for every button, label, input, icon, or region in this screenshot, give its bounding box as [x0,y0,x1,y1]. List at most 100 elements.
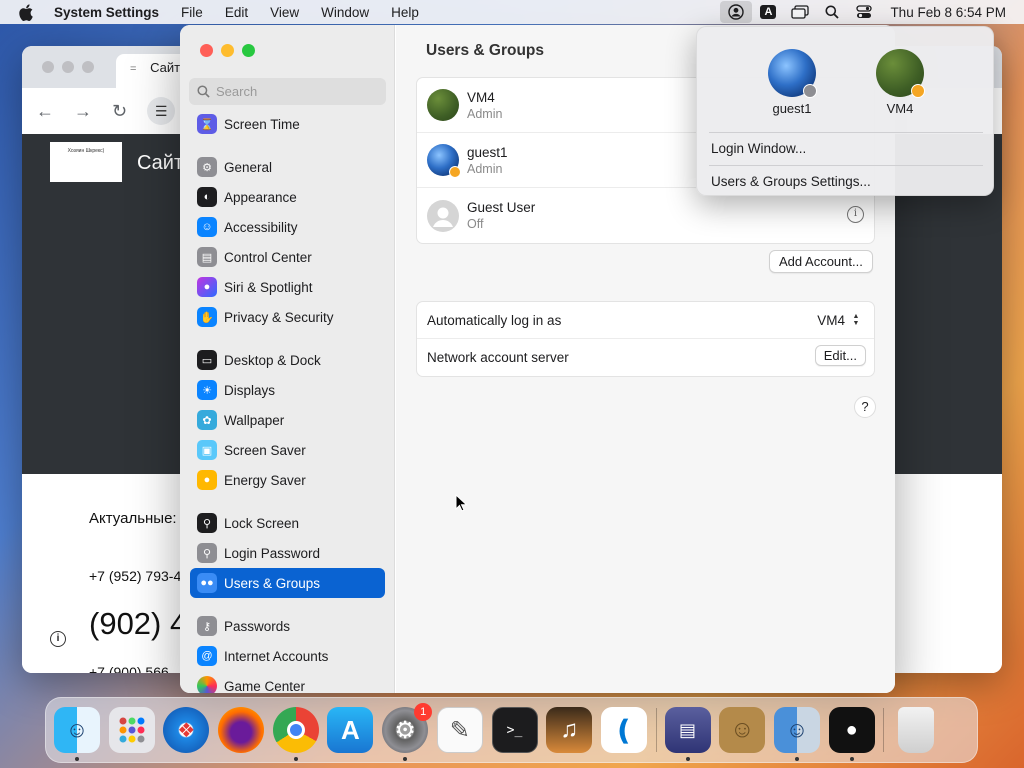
system-settings-icon[interactable]: ⚙ 1 [382,703,433,761]
login-options-card: Automatically log in as VM4 ▲ ▼ Network a… [416,301,875,377]
sidebar-list: ⌛ Screen Time ⚙ General ◐ Appearance ☺ Acces… [190,114,385,693]
contacts-icon[interactable]: ☺ [719,707,766,753]
forward-arrow-icon[interactable]: → [74,101,92,122]
trash-icon[interactable] [898,707,935,753]
app-store-icon[interactable]: A [327,707,374,753]
sidebar-item-passwords[interactable]: ⚷ Passwords [190,611,385,641]
info-icon[interactable]: i [50,631,66,647]
help-button[interactable]: ? [854,396,876,418]
menu-edit[interactable]: Edit [214,5,259,20]
safari-icon[interactable]: ❖ [163,707,210,753]
sidebar-item-users-groups[interactable]: ●● Users & Groups [190,568,385,598]
close-button[interactable] [200,44,213,57]
menu-app-name[interactable]: System Settings [50,5,170,20]
control-center-icon[interactable] [848,1,880,23]
garageband-icon[interactable]: ♫ [546,707,593,753]
game-center-icon [197,676,217,693]
auto-login-popup[interactable]: VM4 ▲ ▼ [817,312,862,328]
tab-favicon-icon: = [130,63,137,75]
dd-user-guest1[interactable]: guest1 [752,49,832,116]
sidebar-item-energy-saver[interactable]: ● Energy Saver [190,465,385,495]
menu-separator [709,132,983,133]
site-title: Сайт [137,152,184,174]
auto-login-label: Automatically log in as [427,312,562,328]
sidebar-item-game-center[interactable]: Game Center [190,671,385,693]
site-phone-1[interactable]: +7 (952) 793-4 [89,568,181,584]
auto-login-value: VM4 [817,312,845,328]
login-window-item[interactable]: Login Window... [711,141,806,156]
menu-file[interactable]: File [170,5,214,20]
edit-button[interactable]: Edit... [814,345,866,366]
add-account-button[interactable]: Add Account... [769,250,873,273]
sidebar-item-lock-screen[interactable]: ⚲ Lock Screen [190,508,385,538]
browser-window-controls[interactable] [42,61,94,73]
bulb-icon: ● [197,470,217,490]
menu-help[interactable]: Help [380,5,430,20]
user-name: guest1 [467,144,508,160]
minimize-button[interactable] [221,44,234,57]
input-source-icon[interactable]: A [752,1,784,23]
siri-icon: ● [197,277,217,297]
sidebar-item-label: Desktop & Dock [224,352,321,368]
site-phone-big[interactable]: (902) 4 [89,606,187,642]
back-arrow-icon[interactable]: ← [36,101,54,122]
user-row-guest-user[interactable]: Guest User Off i [417,188,874,243]
zoom-button[interactable] [242,44,255,57]
sidebar-item-screen-saver[interactable]: ▣ Screen Saver [190,435,385,465]
check-badge-icon [911,84,925,98]
dock-icon: ▭ [197,350,217,370]
sidebar-item-siri-spotlight[interactable]: ● Siri & Spotlight [190,272,385,302]
info-icon[interactable]: i [847,206,864,223]
avatar-guest [427,199,459,232]
users-icon: ●● [197,573,217,593]
user-role: Admin [467,106,503,121]
textedit-icon[interactable]: ✎ [436,707,483,753]
network-server-label: Network account server [427,350,569,365]
sidebar-item-login-password[interactable]: ⚲ Login Password [190,538,385,568]
menu-view[interactable]: View [259,5,310,20]
sidebar-item-accessibility[interactable]: ☺ Accessibility [190,212,385,242]
apple-icon[interactable] [16,2,36,22]
finder-icon[interactable]: ☺ [54,707,100,761]
menu-clock[interactable]: Thu Feb 8 6:54 PM [880,5,1024,20]
dock: ☺ ❖ A ⚙ 1 ✎ >_ ♫ ❪ ▤ ☺ ☺ ● [45,697,978,763]
bartender-icon[interactable]: ● [828,707,875,761]
menu-separator [709,165,983,166]
firefox-icon[interactable] [218,707,265,753]
vscode-icon[interactable]: ❪ [600,707,647,753]
reload-icon[interactable]: ↻ [112,101,127,122]
screen-mirroring-icon[interactable] [784,1,816,23]
remote-desktop-icon[interactable]: ▤ [664,707,711,761]
sidebar-item-label: Energy Saver [224,472,306,488]
avatar-football [876,49,925,98]
sidebar-item-desktop-dock[interactable]: ▭ Desktop & Dock [190,345,385,375]
sidebar-item-appearance[interactable]: ◐ Appearance [190,182,385,212]
accessibility-icon: ☺ [197,217,217,237]
launchpad-icon[interactable] [108,707,155,753]
site-settings-icon[interactable]: ☰ [147,97,176,125]
check-badge-icon [803,84,817,98]
sidebar-item-displays[interactable]: ☀ Displays [190,375,385,405]
chrome-icon[interactable] [272,707,319,761]
spotlight-icon[interactable] [816,1,848,23]
lock-icon: ⚲ [197,543,217,563]
dock-divider [655,708,657,752]
sidebar-item-wallpaper[interactable]: ✿ Wallpaper [190,405,385,435]
users-groups-settings-item[interactable]: Users & Groups Settings... [711,174,871,189]
search-input[interactable] [216,84,376,99]
dd-user-vm4[interactable]: VM4 [860,49,940,116]
menu-window[interactable]: Window [310,5,380,20]
sidebar-item-screen-time[interactable]: ⌛ Screen Time [190,109,385,139]
sidebar-item-control-center[interactable]: ▤ Control Center [190,242,385,272]
sidebar-item-general[interactable]: ⚙ General [190,152,385,182]
terminal-icon[interactable]: >_ [491,707,538,753]
migration-assistant-icon[interactable]: ☺ [773,707,820,761]
menu-bar: System Settings File Edit View Window He… [0,0,1024,24]
search-field[interactable] [189,78,386,105]
site-logo[interactable]: Хозяин Шкрекс) [50,142,122,182]
sidebar-item-privacy-security[interactable]: ✋ Privacy & Security [190,302,385,332]
sidebar-item-label: Accessibility [224,219,298,235]
user-icon[interactable] [720,1,753,23]
site-phone-3[interactable]: +7 (900) 566 [89,664,169,673]
sidebar-item-internet-accounts[interactable]: @ Internet Accounts [190,641,385,671]
